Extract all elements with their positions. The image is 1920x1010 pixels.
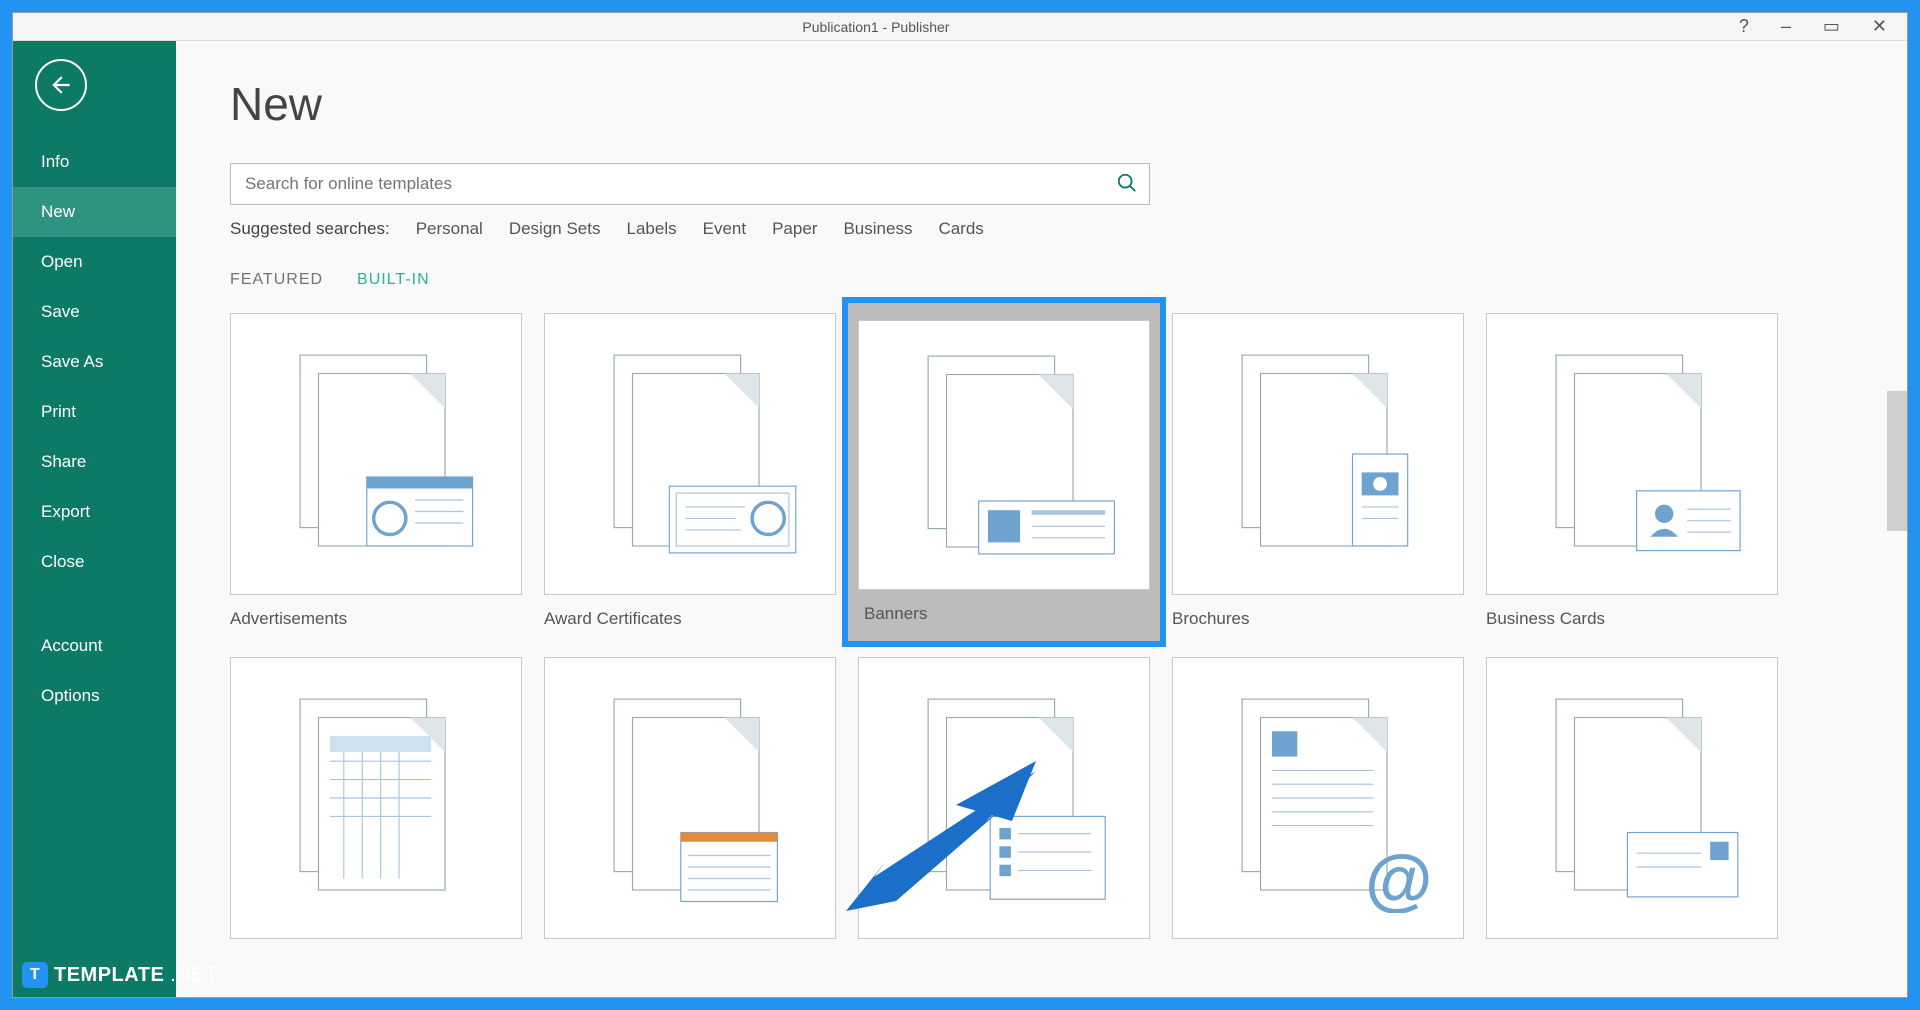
- nav-account[interactable]: Account: [13, 621, 176, 671]
- template-thumb: [858, 320, 1150, 590]
- template-thumb: [1172, 313, 1464, 595]
- suggested-row: Suggested searches: Personal Design Sets…: [230, 219, 1853, 239]
- document-icon: [575, 683, 805, 913]
- window-title: Publication1 - Publisher: [13, 19, 1739, 35]
- template-thumb: [544, 313, 836, 595]
- backstage-sidebar: Info New Open Save Save As Print Share E…: [13, 41, 176, 997]
- template-business-cards[interactable]: Business Cards: [1486, 313, 1778, 629]
- template-label: Banners: [864, 604, 927, 624]
- search-icon[interactable]: [1116, 172, 1138, 199]
- help-icon[interactable]: ?: [1739, 16, 1749, 37]
- body: Info New Open Save Save As Print Share E…: [13, 41, 1907, 997]
- restore-icon[interactable]: ▭: [1823, 16, 1840, 37]
- template-banners[interactable]: Banners: [858, 313, 1150, 629]
- nav-export[interactable]: Export: [13, 487, 176, 537]
- page-title: New: [230, 77, 1853, 131]
- search-wrap: [230, 163, 1150, 205]
- suggested-cards[interactable]: Cards: [938, 219, 983, 239]
- watermark-brand: TEMPLATE: [54, 964, 164, 987]
- document-icon: [889, 683, 1119, 913]
- nav-separator: [13, 587, 176, 621]
- template-thumb: [858, 657, 1150, 939]
- template-flyers[interactable]: [1486, 657, 1778, 939]
- arrow-left-icon: [48, 72, 74, 98]
- document-icon: [261, 683, 491, 913]
- close-icon[interactable]: ✕: [1872, 16, 1887, 37]
- template-label: Brochures: [1172, 609, 1464, 629]
- document-icon: [1203, 339, 1433, 569]
- template-award-certificates[interactable]: Award Certificates: [544, 313, 836, 629]
- watermark-suffix: .NET: [170, 964, 218, 987]
- document-icon: [575, 339, 805, 569]
- window-controls: ? – ▭ ✕: [1739, 16, 1907, 37]
- template-thumb: [1486, 657, 1778, 939]
- template-label: Award Certificates: [544, 609, 836, 629]
- template-advertisements[interactable]: Advertisements: [230, 313, 522, 629]
- template-calendars[interactable]: [230, 657, 522, 939]
- suggested-labels[interactable]: Labels: [627, 219, 677, 239]
- template-envelopes[interactable]: @: [1172, 657, 1464, 939]
- document-icon: [1517, 683, 1747, 913]
- document-icon: @: [1203, 683, 1433, 913]
- template-label: Advertisements: [230, 609, 522, 629]
- tabs: FEATURED BUILT-IN: [230, 271, 1853, 289]
- selection-highlight: Banners: [842, 297, 1166, 647]
- nav-open[interactable]: Open: [13, 237, 176, 287]
- template-grid: Advertisements: [230, 313, 1853, 939]
- nav-print[interactable]: Print: [13, 387, 176, 437]
- suggested-paper[interactable]: Paper: [772, 219, 817, 239]
- document-icon: [261, 339, 491, 569]
- svg-text:@: @: [1364, 842, 1431, 913]
- template-thumb: [1486, 313, 1778, 595]
- app-window: Publication1 - Publisher ? – ▭ ✕ Sign in…: [12, 12, 1908, 998]
- template-thumb: [230, 313, 522, 595]
- suggested-label: Suggested searches:: [230, 219, 390, 239]
- suggested-design-sets[interactable]: Design Sets: [509, 219, 601, 239]
- nav-close[interactable]: Close: [13, 537, 176, 587]
- nav-share[interactable]: Share: [13, 437, 176, 487]
- nav-new[interactable]: New: [13, 187, 176, 237]
- suggested-event[interactable]: Event: [703, 219, 746, 239]
- template-thumb: [544, 657, 836, 939]
- main-content: New Suggested searches: Personal Design …: [176, 41, 1907, 997]
- template-thumb: [230, 657, 522, 939]
- tab-featured[interactable]: FEATURED: [230, 271, 323, 289]
- minimize-icon[interactable]: –: [1781, 16, 1791, 37]
- document-icon: [889, 340, 1119, 570]
- template-emails[interactable]: [858, 657, 1150, 939]
- nav-save[interactable]: Save: [13, 287, 176, 337]
- titlebar: Publication1 - Publisher ? – ▭ ✕: [13, 13, 1907, 41]
- template-thumb: @: [1172, 657, 1464, 939]
- watermark-icon: T: [22, 962, 48, 988]
- nav-save-as[interactable]: Save As: [13, 337, 176, 387]
- document-icon: [1517, 339, 1747, 569]
- suggested-business[interactable]: Business: [843, 219, 912, 239]
- template-label: Business Cards: [1486, 609, 1778, 629]
- suggested-personal[interactable]: Personal: [416, 219, 483, 239]
- template-brochures[interactable]: Brochures: [1172, 313, 1464, 629]
- template-catalogs[interactable]: [544, 657, 836, 939]
- scrollbar-thumb[interactable]: [1887, 391, 1907, 531]
- watermark: T TEMPLATE .NET: [22, 962, 218, 988]
- search-input[interactable]: [230, 163, 1150, 205]
- nav-info[interactable]: Info: [13, 137, 176, 187]
- nav-options[interactable]: Options: [13, 671, 176, 721]
- tab-built-in[interactable]: BUILT-IN: [357, 271, 430, 289]
- back-button[interactable]: [35, 59, 87, 111]
